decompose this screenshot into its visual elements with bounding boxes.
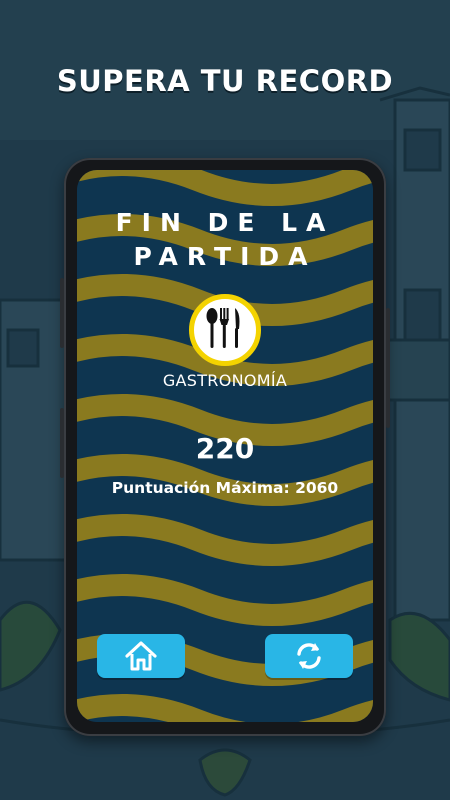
phone-side-button	[386, 308, 390, 428]
game-over-title-line2: PARTIDA	[133, 242, 317, 271]
game-over-screen: FIN DE LA PARTIDA GASTRONOMÍA 220 Puntua…	[77, 170, 373, 722]
best-score-label: Puntuación Máxima: 2060	[111, 479, 339, 497]
phone-side-button	[60, 408, 64, 478]
home-icon	[125, 641, 157, 671]
home-button[interactable]	[97, 634, 185, 678]
category-label: GASTRONOMÍA	[162, 371, 288, 390]
score-value: 220	[195, 432, 255, 465]
refresh-icon	[297, 643, 321, 669]
cutlery-icon	[189, 294, 261, 366]
phone-side-button	[60, 278, 64, 348]
replay-button[interactable]	[265, 634, 353, 678]
promo-headline: SUPERA TU RECORD	[56, 64, 394, 98]
game-over-title-line1: FIN DE LA	[115, 208, 335, 237]
